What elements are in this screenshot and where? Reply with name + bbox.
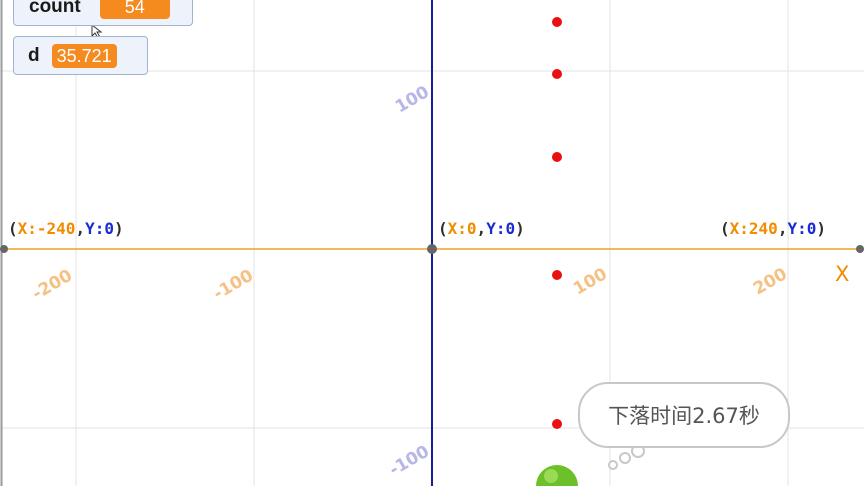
trail-dot (552, 419, 562, 429)
stage[interactable]: 100 -100 -200 -100 100 200 (X:-240,Y:0) … (0, 0, 864, 486)
axis-left-marker (0, 245, 8, 253)
variable-monitor-d[interactable]: d 35.721 (13, 36, 148, 75)
monitor-value: 54 (99, 0, 170, 19)
monitor-label: count (29, 0, 81, 17)
green-ball-sprite[interactable] (536, 465, 578, 486)
coord-label-right: (X:240,Y:0) (720, 219, 826, 238)
trail-dot (552, 17, 562, 27)
axis-origin-marker (427, 244, 437, 254)
speech-bubble: 下落时间2.67秒 (578, 382, 790, 448)
monitor-label: d (28, 44, 40, 66)
trail-dot (552, 270, 562, 280)
trail-dot (552, 69, 562, 79)
x-axis-name: X (835, 262, 850, 286)
axis-right-marker (856, 245, 864, 253)
trail-dot (552, 152, 562, 162)
thought-bubble-tail (608, 444, 645, 470)
speech-bubble-text: 下落时间2.67秒 (608, 404, 760, 428)
coord-label-center: (X:0,Y:0) (438, 219, 525, 238)
variable-monitor-count[interactable]: count 54 (13, 0, 193, 26)
coord-label-left: (X:-240,Y:0) (8, 219, 124, 238)
monitor-value: 35.721 (51, 43, 117, 68)
